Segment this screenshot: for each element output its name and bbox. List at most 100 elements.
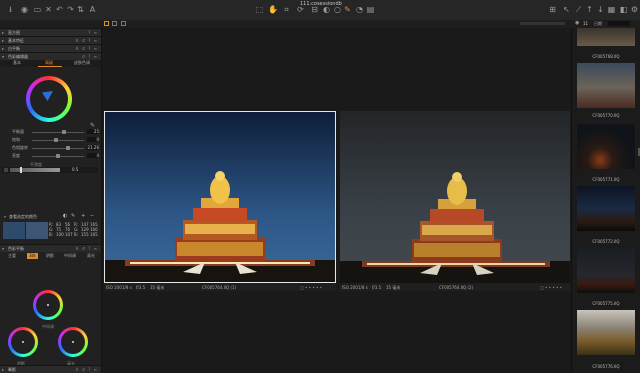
shadow-wheel[interactable]	[8, 327, 38, 357]
redo-icon[interactable]: ↷	[66, 5, 75, 14]
gradient-icon[interactable]: ▤	[366, 5, 375, 14]
uniformity-knob[interactable]	[20, 167, 22, 173]
settings-icon[interactable]: ⚙	[630, 5, 639, 14]
color-readout: R: 83 56 R: 147165 G: 75 76 G: 129166 B: 100107B:…	[49, 222, 98, 237]
tab-master[interactable]: 主要	[8, 253, 16, 259]
uniformity-row: 0.5	[2, 167, 98, 173]
proof-icon[interactable]: ⟋	[574, 5, 583, 14]
thumbnail[interactable]	[577, 28, 635, 46]
highlight-wheel[interactable]	[58, 327, 88, 357]
slider-knob[interactable]	[61, 130, 66, 134]
expand-icon: ▾	[2, 246, 5, 251]
slider-smoothness[interactable]: 平衡量 25	[2, 129, 99, 135]
thumbnail[interactable]	[577, 186, 635, 231]
viewer: ISO 200 1/8 s f/3.5 35 毫米 □ • • • • • CF…	[102, 28, 571, 373]
collapse-icon: ▸	[2, 367, 5, 372]
swatch-after	[26, 222, 48, 239]
pan-icon[interactable]: ✋	[268, 5, 278, 14]
collapse-icon: ▸	[2, 30, 5, 35]
warning-icon[interactable]: ▦	[607, 5, 616, 14]
paste-icon[interactable]: ↓	[596, 5, 605, 14]
undo-icon[interactable]: ↶	[55, 5, 64, 14]
wheel-center-marker[interactable]	[22, 341, 24, 343]
view-single-icon[interactable]	[104, 21, 109, 26]
thumbnail[interactable]	[577, 248, 635, 293]
slider-knob[interactable]	[65, 146, 70, 150]
section-histogram[interactable]: ▸ 直方图 ? ≡	[0, 28, 101, 36]
photo-image	[105, 112, 335, 282]
tab-shadows[interactable]: 阴影	[46, 253, 54, 259]
uniformity-toggle[interactable]	[4, 168, 8, 172]
mask-icon[interactable]: ◐	[322, 5, 331, 14]
photo-right[interactable]	[340, 111, 570, 283]
picker-icon[interactable]: ◐	[63, 213, 67, 219]
thumbnail[interactable]	[577, 124, 635, 169]
thumbnail[interactable]	[577, 310, 635, 355]
color-editor-tabs: 基本 高级 皮肤色调	[0, 60, 101, 67]
before-after-icon[interactable]: ◧	[619, 5, 628, 14]
midtone-wheel[interactable]	[33, 290, 63, 320]
delete-icon[interactable]: ✕	[44, 5, 53, 14]
collapse-icon: ▸	[2, 46, 5, 51]
remove-icon[interactable]: −	[90, 213, 94, 219]
brush-icon[interactable]: ◔	[355, 5, 364, 14]
color-picker-icon[interactable]: ✎	[90, 122, 95, 129]
copy-icon[interactable]: ↑	[585, 5, 594, 14]
keystone-icon[interactable]: ⊟	[310, 5, 319, 14]
section-basic[interactable]: ▸ 基本特征 A ↺ ? ≡	[0, 36, 101, 44]
section-controls[interactable]: A ↺ ? ≡	[76, 246, 98, 251]
cursor-icon[interactable]: ↖	[562, 5, 571, 14]
rating-stars[interactable]: □ • • • • •	[540, 285, 562, 290]
spot-icon[interactable]: ○	[333, 5, 342, 14]
eyedropper-icon[interactable]: ✎	[71, 213, 75, 219]
copy-adjust-icon[interactable]: ⇅	[76, 5, 85, 14]
tab-highlights[interactable]: 高光	[87, 253, 95, 259]
image-browser: CF005768.IIQ CF005770.IIQ CF005771.IIQ C…	[571, 28, 640, 373]
picker-icon[interactable]: ✎	[343, 5, 352, 14]
photo-right-filename: CF005764.IIQ (2)	[439, 285, 474, 290]
tab-3way[interactable]: 3向	[27, 253, 38, 259]
section-controls[interactable]: ↺ ? ≡	[82, 54, 98, 59]
folder-icon[interactable]: ▭	[33, 5, 42, 14]
wheel-center-marker[interactable]	[72, 341, 74, 343]
slider-knob[interactable]	[56, 154, 60, 158]
search-input[interactable]	[608, 21, 630, 26]
section-controls[interactable]: A ↺ ? ≡	[76, 367, 98, 372]
slider-saturation[interactable]: 饱和 0	[2, 137, 99, 143]
rating-stars[interactable]: □ • • • • •	[300, 285, 322, 290]
view-grid-icon[interactable]	[121, 21, 126, 26]
add-icon[interactable]: +	[81, 213, 85, 219]
sort-select[interactable]: 日期	[594, 21, 602, 27]
section-vignette[interactable]: ▸ 晕影 A ↺ ? ≡	[0, 365, 101, 373]
photo-left[interactable]	[104, 111, 336, 283]
text-icon[interactable]: A	[88, 5, 97, 14]
expand-icon: ▾	[4, 214, 7, 219]
section-white-balance[interactable]: ▸ 白平衡 A ↺ ? ≡	[0, 44, 101, 52]
view-multi-icon[interactable]	[112, 21, 117, 26]
wheel-center-marker[interactable]	[47, 304, 49, 306]
eye-icon[interactable]: ◉	[575, 20, 579, 26]
capture-icon[interactable]: ◉	[20, 5, 29, 14]
thumbnail[interactable]	[577, 63, 635, 108]
uniformity-bar[interactable]	[10, 168, 60, 172]
section-controls[interactable]: ? ≡	[88, 30, 98, 35]
tab-skin-tone[interactable]: 皮肤色调	[74, 60, 90, 66]
zoom-slider[interactable]	[520, 22, 565, 25]
section-controls[interactable]: A ↺ ? ≡	[76, 38, 98, 43]
color-wheel[interactable]	[26, 76, 72, 122]
slider-hue-rotation[interactable]: 色相旋转 21.26	[2, 145, 99, 151]
section-color-balance[interactable]: ▾ 色彩平衡 A ↺ ? ≡	[0, 244, 101, 252]
select-icon[interactable]: ⬚	[255, 5, 264, 14]
swatch-before	[3, 222, 25, 239]
crop-icon[interactable]: ⌗	[282, 5, 291, 14]
import-icon[interactable]: ⭳	[6, 5, 15, 14]
slider-lightness[interactable]: 亮度 4	[2, 153, 99, 159]
section-controls[interactable]: A ↺ ? ≡	[76, 46, 98, 51]
slider-knob[interactable]	[53, 138, 58, 142]
grid-icon[interactable]: ⊞	[548, 5, 557, 14]
tab-basic[interactable]: 基本	[13, 60, 21, 66]
section-color-editor[interactable]: ▾ 色彩编辑器 ↺ ? ≡	[0, 52, 101, 60]
rotate-icon[interactable]: ⟳	[296, 5, 305, 14]
main-toolbar: 111.cosessiondb ⭳ ◉ ▭ ✕ ↶ ↷ ⇅ A ⬚ ✋ ⌗ ⟳ …	[0, 0, 640, 21]
tab-midtones[interactable]: 中间调	[64, 253, 76, 259]
